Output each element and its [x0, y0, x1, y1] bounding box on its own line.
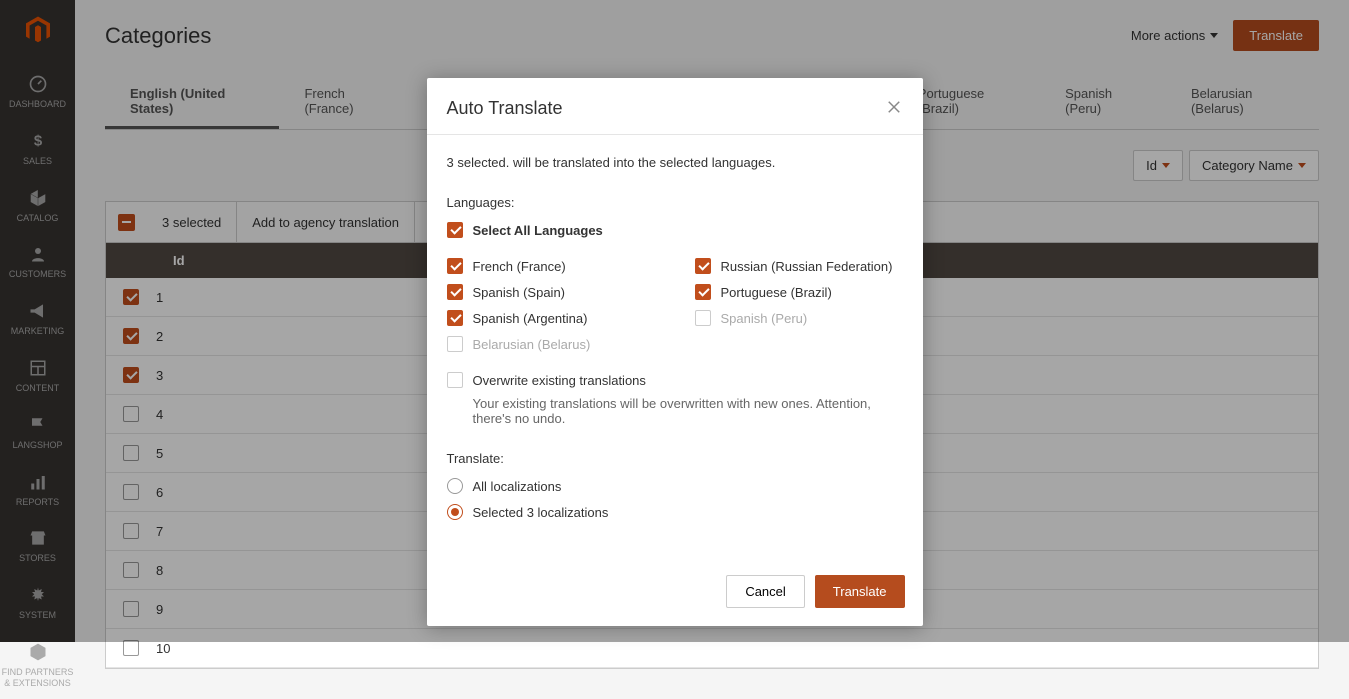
- translate-button[interactable]: Translate: [815, 575, 905, 608]
- row-id-cell: 10: [156, 641, 170, 656]
- language-checkbox[interactable]: [695, 284, 711, 300]
- language-option[interactable]: Spanish (Spain): [447, 284, 655, 300]
- modal-header: Auto Translate: [427, 78, 923, 135]
- language-checkbox[interactable]: [447, 284, 463, 300]
- overwrite-help-text: Your existing translations will be overw…: [473, 396, 903, 426]
- overwrite-label: Overwrite existing translations: [473, 373, 646, 388]
- auto-translate-modal: Auto Translate 3 selected. will be trans…: [427, 78, 923, 626]
- language-label: Russian (Russian Federation): [721, 259, 893, 274]
- language-checkbox[interactable]: [447, 310, 463, 326]
- cancel-button[interactable]: Cancel: [726, 575, 804, 608]
- language-label: Spanish (Argentina): [473, 311, 588, 326]
- language-option[interactable]: French (France): [447, 258, 655, 274]
- language-label: Portuguese (Brazil): [721, 285, 832, 300]
- radio-selected-localizations[interactable]: [447, 504, 463, 520]
- radio-all-localizations[interactable]: [447, 478, 463, 494]
- language-label: Spanish (Spain): [473, 285, 566, 300]
- overwrite-checkbox[interactable]: [447, 372, 463, 388]
- nav-label: FIND PARTNERS & EXTENSIONS: [0, 667, 75, 689]
- language-option: Belarusian (Belarus): [447, 336, 655, 352]
- close-button[interactable]: [885, 98, 903, 119]
- language-label: Spanish (Peru): [721, 311, 808, 326]
- language-option: Spanish (Peru): [695, 310, 903, 326]
- language-label: French (France): [473, 259, 566, 274]
- selection-info: 3 selected. will be translated into the …: [447, 155, 903, 170]
- radio-all-label: All localizations: [473, 479, 562, 494]
- select-all-languages-checkbox[interactable]: [447, 222, 463, 238]
- close-icon: [885, 98, 903, 116]
- row-checkbox[interactable]: [123, 640, 139, 656]
- languages-section-label: Languages:: [447, 195, 903, 210]
- language-option[interactable]: Portuguese (Brazil): [695, 284, 903, 300]
- puzzle-icon: [28, 641, 48, 663]
- language-label: Belarusian (Belarus): [473, 337, 591, 352]
- translate-section-label: Translate:: [447, 451, 903, 466]
- language-checkbox: [695, 310, 711, 326]
- language-option[interactable]: Spanish (Argentina): [447, 310, 655, 326]
- select-all-label: Select All Languages: [473, 223, 603, 238]
- language-checkbox[interactable]: [695, 258, 711, 274]
- modal-title: Auto Translate: [447, 98, 563, 119]
- language-option[interactable]: Russian (Russian Federation): [695, 258, 903, 274]
- language-checkbox[interactable]: [447, 258, 463, 274]
- radio-selected-label: Selected 3 localizations: [473, 505, 609, 520]
- language-checkbox: [447, 336, 463, 352]
